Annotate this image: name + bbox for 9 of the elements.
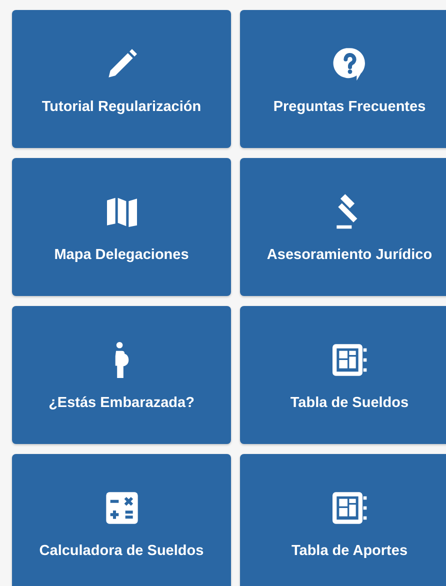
menu-tile[interactable]: Tutorial Regularización [12,10,231,148]
pregnant-person-icon [114,340,128,380]
menu-tile[interactable]: Preguntas Frecuentes [240,10,446,148]
menu-tile[interactable]: Tabla de Aportes [240,454,446,586]
menu-tile[interactable]: Mapa Delegaciones [12,158,231,296]
menu-tile[interactable]: Asesoramiento Jurídico [240,158,446,296]
menu-tile[interactable]: Tabla de Sueldos [240,306,446,444]
menu-tile[interactable]: Calculadora de Sueldos [12,454,231,586]
menu-tile[interactable]: ¿Estás Embarazada? [12,306,231,444]
